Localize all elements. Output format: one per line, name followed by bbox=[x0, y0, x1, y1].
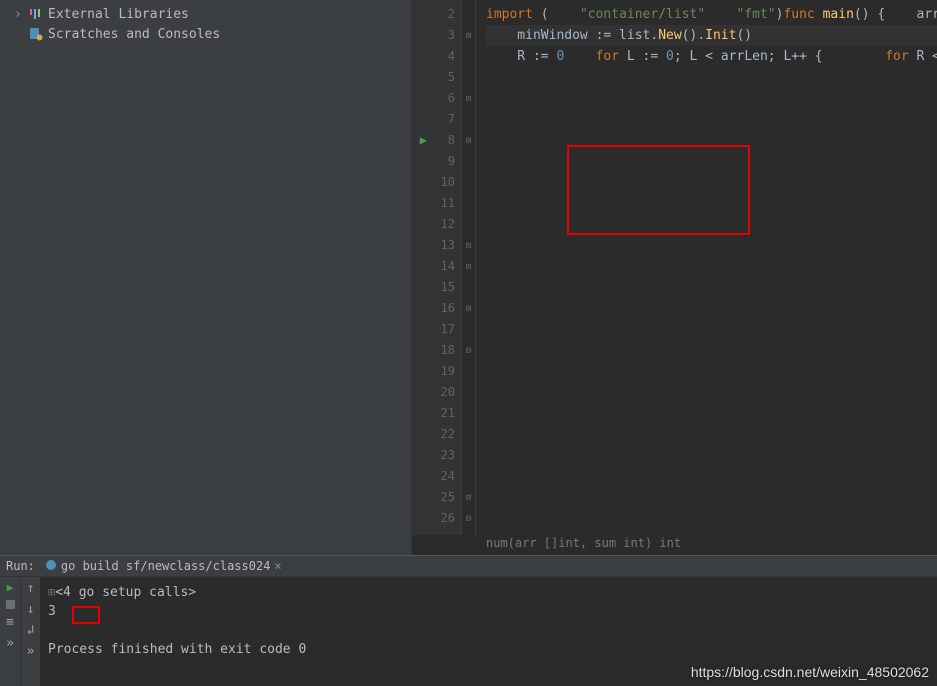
code-editor: 2345678910111213141516171819202122232425… bbox=[412, 0, 937, 555]
external-libs-icon bbox=[28, 9, 44, 19]
watermark: https://blog.csdn.net/weixin_48502062 bbox=[691, 664, 929, 680]
chevron-right-icon: › bbox=[14, 7, 24, 22]
more-icon[interactable]: » bbox=[27, 644, 35, 659]
code-content[interactable]: import ( "container/list" "fmt")func mai… bbox=[476, 0, 937, 67]
more-icon[interactable]: » bbox=[6, 636, 14, 651]
up-arrow-icon[interactable]: ↑ bbox=[27, 581, 35, 596]
breadcrumb-text: num(arr []int, sum int) int bbox=[486, 536, 681, 550]
run-title: Run: bbox=[6, 559, 35, 573]
go-icon bbox=[45, 559, 57, 574]
run-panel-header: Run: go build sf/newclass/class024 × bbox=[0, 555, 937, 577]
gutter: 2345678910111213141516171819202122232425… bbox=[412, 0, 462, 535]
scratches-icon bbox=[28, 27, 44, 41]
tree-item-scratches[interactable]: Scratches and Consoles bbox=[0, 24, 411, 44]
down-arrow-icon[interactable]: ↓ bbox=[27, 602, 35, 617]
tree-label: External Libraries bbox=[48, 7, 189, 22]
soft-wrap-icon[interactable]: ↲ bbox=[27, 623, 35, 638]
rerun-icon[interactable]: ▶ bbox=[7, 581, 14, 594]
tree-label: Scratches and Consoles bbox=[48, 27, 220, 42]
stop-icon[interactable] bbox=[6, 600, 15, 609]
close-icon[interactable]: × bbox=[274, 559, 281, 573]
run-tab-label: go build sf/newclass/class024 bbox=[61, 559, 271, 573]
run-tab[interactable]: go build sf/newclass/class024 × bbox=[45, 559, 282, 574]
fold-column: ⊟⊡⊟⊡⊡⊟⊟⊟⊟ bbox=[462, 0, 476, 535]
run-toolbar-left: ▶ ≡ » bbox=[0, 577, 20, 686]
breadcrumb: num(arr []int, sum int) int bbox=[412, 535, 937, 555]
code-scroll[interactable]: 2345678910111213141516171819202122232425… bbox=[412, 0, 937, 535]
run-toolbar-nav: ↑ ↓ ↲ » bbox=[20, 577, 40, 686]
tree-item-external-libraries[interactable]: › External Libraries bbox=[0, 4, 411, 24]
layout-icon[interactable]: ≡ bbox=[6, 615, 14, 630]
project-sidebar: › External Libraries Scratches and Conso… bbox=[0, 0, 412, 555]
